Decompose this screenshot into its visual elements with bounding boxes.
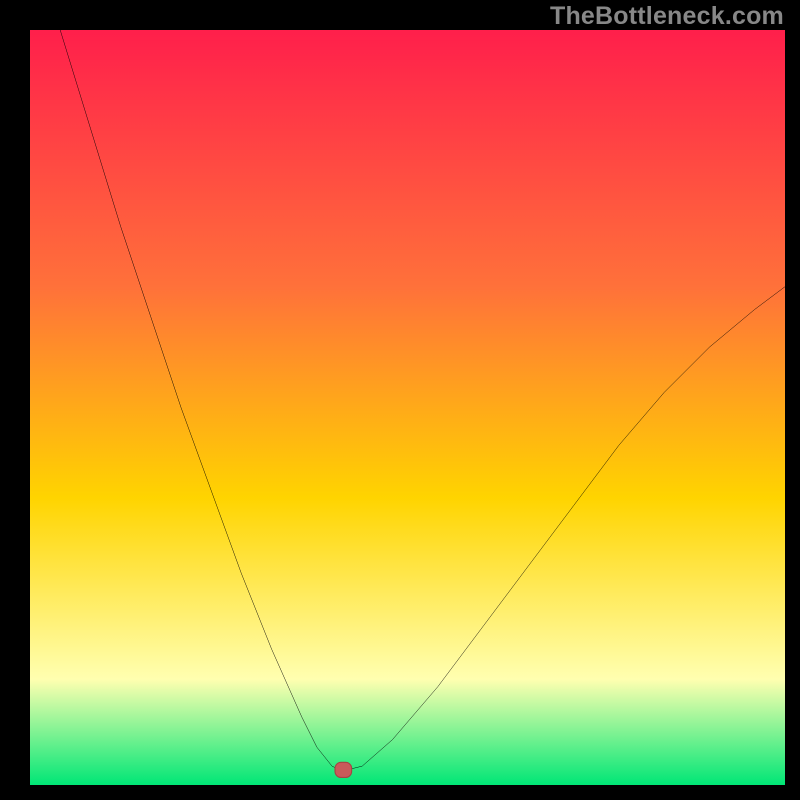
watermark-text: TheBottleneck.com	[550, 2, 784, 31]
chart-svg	[30, 30, 785, 785]
optimal-point-marker	[335, 762, 352, 777]
plot-area	[30, 30, 785, 785]
chart-container: TheBottleneck.com	[0, 0, 800, 800]
gradient-background	[30, 30, 785, 785]
